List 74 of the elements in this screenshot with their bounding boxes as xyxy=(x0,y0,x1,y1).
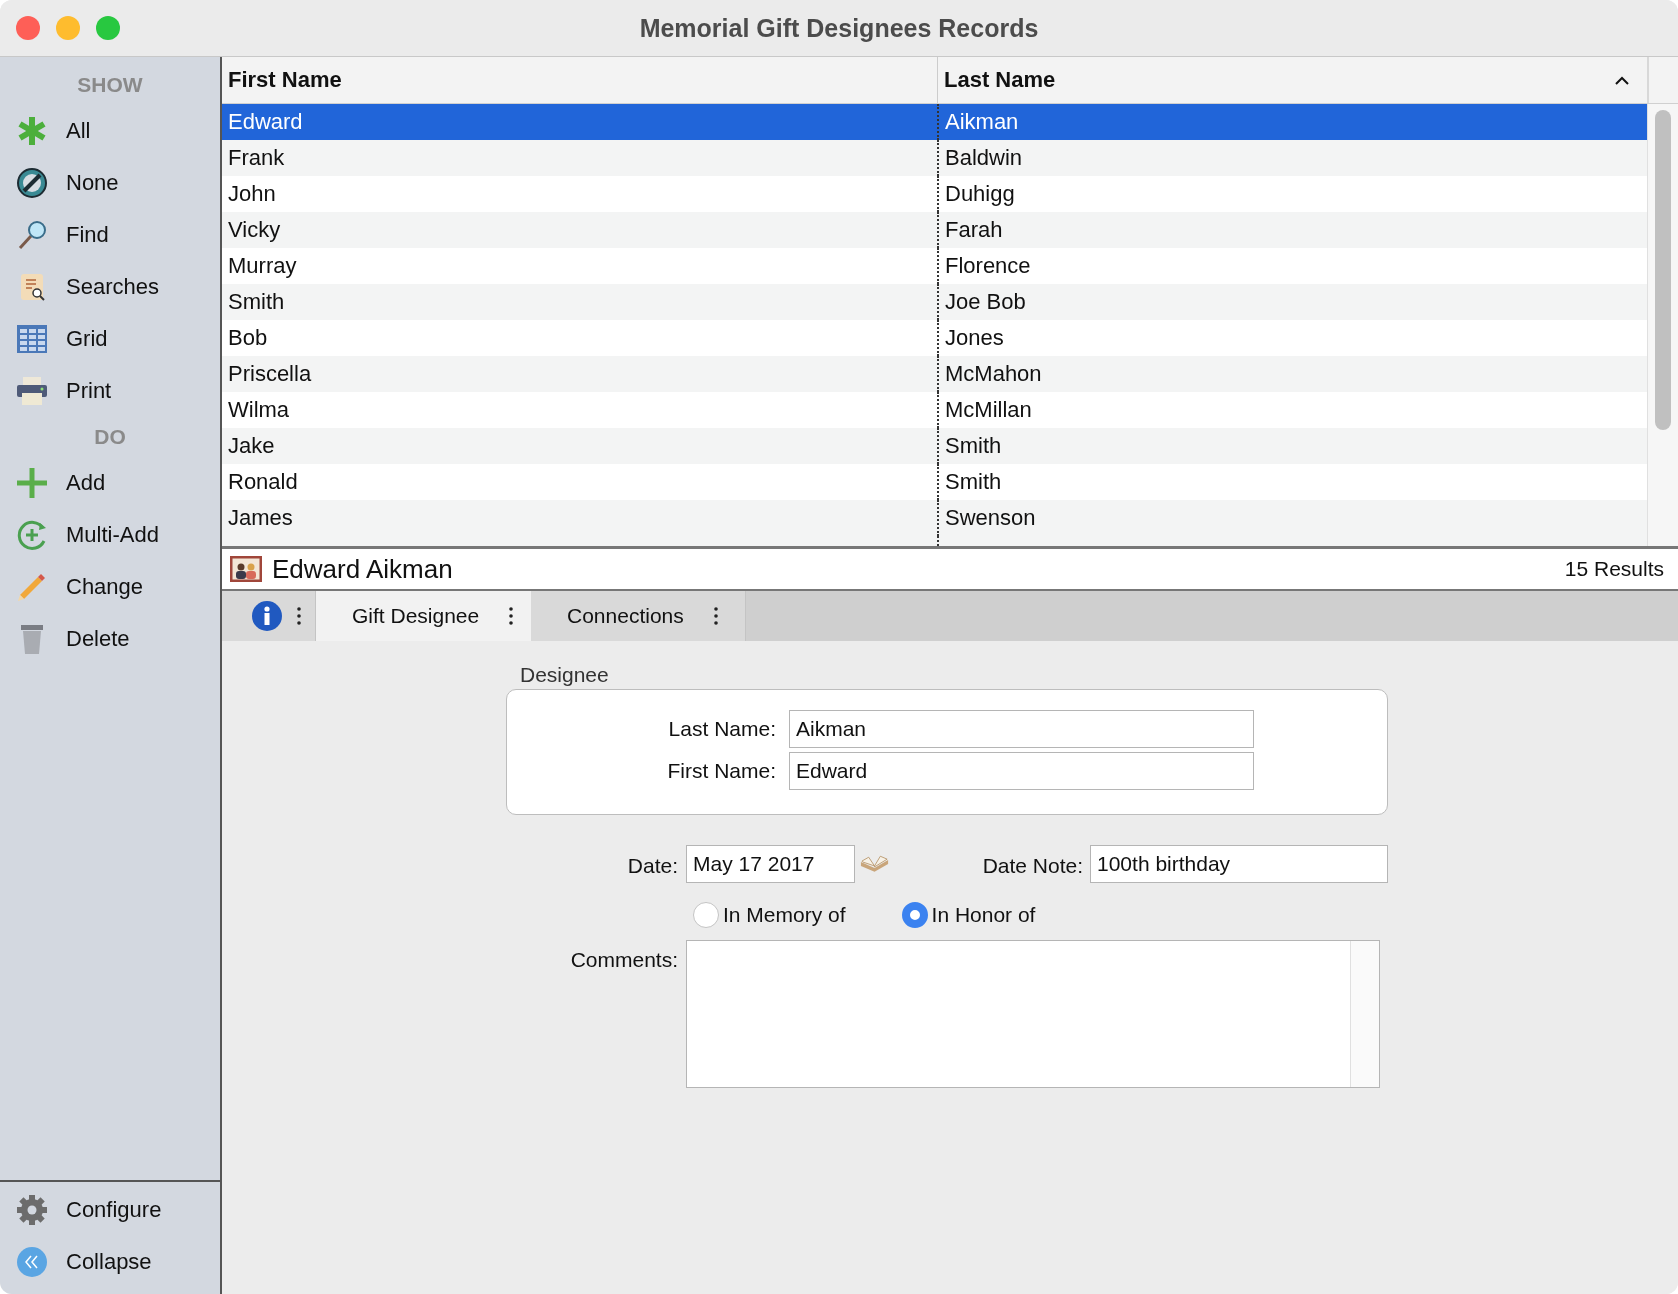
column-header[interactable]: Last Name xyxy=(937,57,1647,103)
column-header[interactable]: First Name xyxy=(222,57,937,103)
table-cell-text: Edward xyxy=(227,108,304,136)
portrait-frame-icon xyxy=(230,556,262,582)
more-options-icon[interactable] xyxy=(713,607,718,625)
sidebar-item[interactable]: Print xyxy=(0,365,220,417)
open-book-icon[interactable] xyxy=(859,854,890,874)
comments-field[interactable] xyxy=(686,940,1380,1088)
field-label: Date Note: xyxy=(981,853,1084,878)
table-row[interactable]: Vicky Farah xyxy=(222,212,1647,248)
results-count: 15 Results xyxy=(1564,557,1664,581)
collapse-icon xyxy=(16,1246,48,1278)
asterisk-icon xyxy=(16,115,48,147)
minimize-button[interactable] xyxy=(56,16,80,40)
table-row[interactable]: Smith Joe Bob xyxy=(222,284,1647,320)
sidebar-item[interactable]: Configure xyxy=(0,1184,220,1236)
field-label: First Name: xyxy=(666,759,777,783)
sidebar-item[interactable]: Add xyxy=(0,457,220,509)
more-options-icon[interactable] xyxy=(509,607,514,625)
grid-icon xyxy=(16,323,48,355)
record-title: Edward Aikman xyxy=(272,553,453,585)
table-cell-text: John xyxy=(227,180,277,208)
table-cell-text: Priscella xyxy=(227,360,313,388)
table-cell-text: Ronald xyxy=(227,468,299,496)
table-row[interactable]: Edward Aikman xyxy=(222,104,1647,140)
table-cell-text: Frank xyxy=(227,144,286,172)
tab[interactable]: Gift Designee xyxy=(316,591,531,641)
text-field[interactable]: 100th birthday xyxy=(1090,845,1388,883)
info-icon xyxy=(251,600,283,632)
zoom-button[interactable] xyxy=(96,16,120,40)
radio-button[interactable]: In Memory of xyxy=(693,902,846,928)
table-cell-text: Murray xyxy=(227,252,298,280)
search-icon xyxy=(16,219,48,251)
table-row[interactable]: James Swenson xyxy=(222,500,1647,536)
sidebar-heading: SHOW xyxy=(76,72,144,98)
field-label: Comments: xyxy=(569,947,679,972)
text-field[interactable]: Edward xyxy=(789,752,1254,790)
more-options-icon[interactable] xyxy=(297,607,301,625)
date-field[interactable]: May 17 2017 xyxy=(686,845,855,883)
field-label: Last Name: xyxy=(667,717,777,741)
sidebar-item[interactable]: All xyxy=(0,105,220,157)
text-field[interactable]: Aikman xyxy=(789,710,1254,748)
table-cell-text: Smith xyxy=(227,288,286,316)
settings-icon xyxy=(16,1194,48,1226)
radio-button[interactable]: In Honor of xyxy=(901,902,1036,928)
scrollbar-thumb[interactable] xyxy=(1655,110,1671,430)
sidebar-item[interactable]: Change xyxy=(0,561,220,613)
sidebar-item[interactable]: Grid xyxy=(0,313,220,365)
circular-plus-icon xyxy=(16,519,48,551)
table-cell-text: Jake xyxy=(227,432,276,460)
tab[interactable]: Connections xyxy=(531,591,746,641)
table-cell-text: James xyxy=(227,504,294,532)
sidebar-item[interactable]: Multi-Add xyxy=(0,509,220,561)
window-title: Memorial Gift Designees Records xyxy=(639,13,1039,43)
sidebar-item[interactable]: Find xyxy=(0,209,220,261)
printer-icon xyxy=(16,375,48,407)
group-title: Designee xyxy=(520,663,610,688)
prohibited-icon xyxy=(16,167,48,199)
table-row[interactable]: Priscella McMahon xyxy=(222,356,1647,392)
field-label: Date: xyxy=(626,853,679,878)
sidebar-item[interactable]: None xyxy=(0,157,220,209)
tab[interactable] xyxy=(222,591,316,641)
plus-icon xyxy=(16,467,48,499)
sidebar-item[interactable]: Collapse xyxy=(0,1236,220,1288)
table-cell-text: Wilma xyxy=(227,396,291,424)
close-button[interactable] xyxy=(16,16,40,40)
sidebar-item[interactable]: Searches xyxy=(0,261,220,313)
table-row[interactable]: Frank Baldwin xyxy=(222,140,1647,176)
table-cell-text: Vicky xyxy=(227,216,282,244)
sidebar-heading: DO xyxy=(93,424,127,450)
sidebar-item[interactable]: Delete xyxy=(0,613,220,665)
pencil-icon xyxy=(16,571,48,603)
table-cell-text: Bob xyxy=(227,324,269,352)
table-row[interactable]: Jake Smith xyxy=(222,428,1647,464)
